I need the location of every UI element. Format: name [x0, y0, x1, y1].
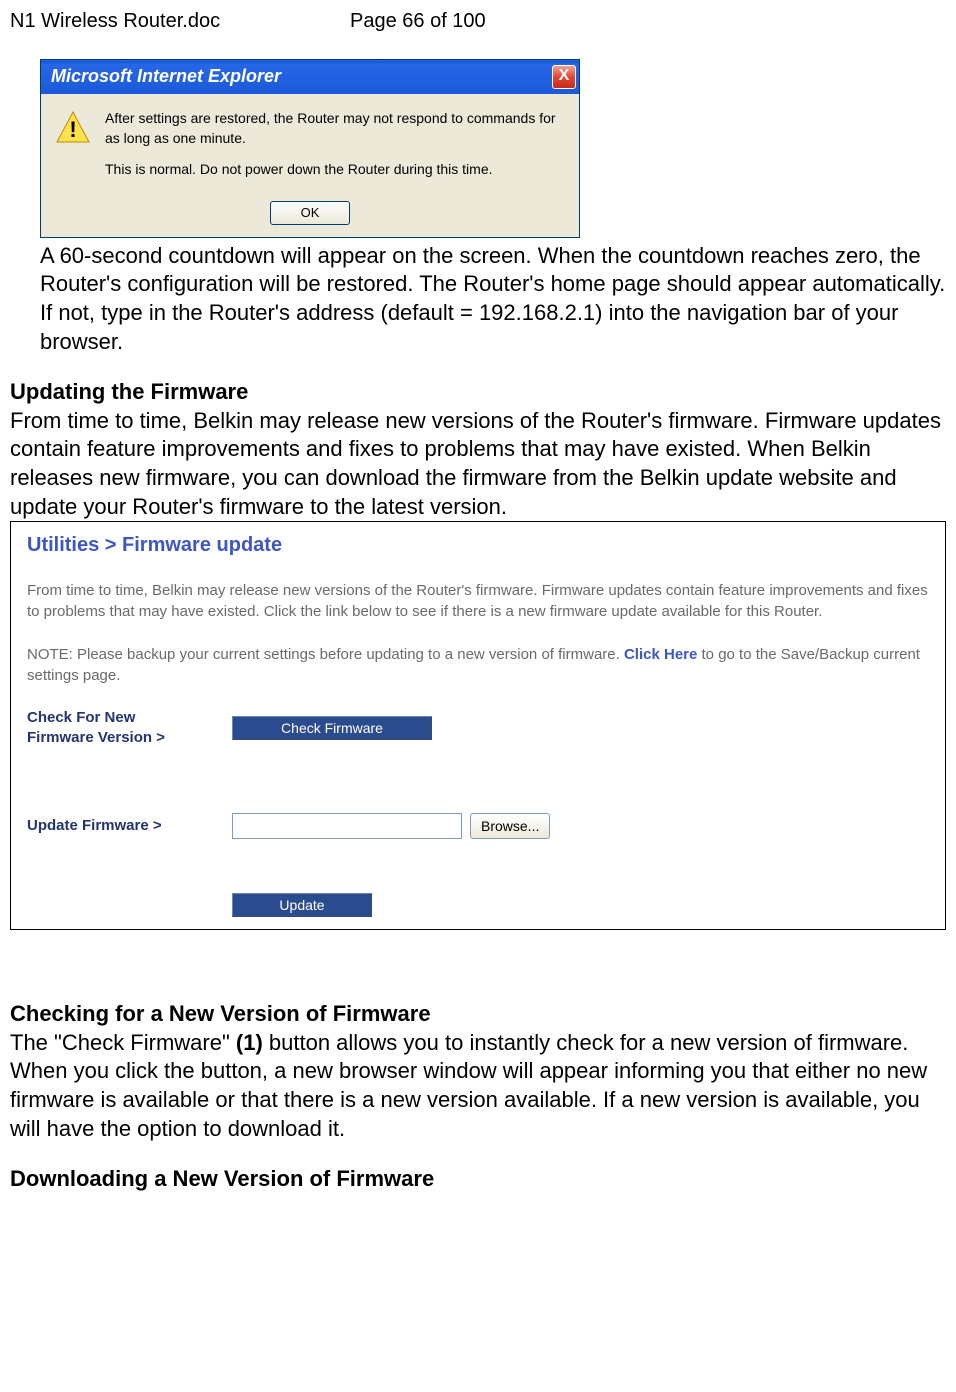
- updating-heading: Updating the Firmware: [10, 378, 946, 407]
- check-label-line2: Firmware Version >: [27, 729, 165, 746]
- checking-heading: Checking for a New Version of Firmware: [10, 1000, 946, 1029]
- update-button[interactable]: Update: [232, 893, 372, 917]
- dialog-message: After settings are restored, the Router …: [105, 108, 565, 189]
- panel-note-prefix: NOTE: Please backup your current setting…: [27, 646, 624, 663]
- check-firmware-button[interactable]: Check Firmware: [232, 716, 432, 740]
- update-firmware-row: Update Firmware > Browse...: [27, 813, 929, 839]
- checking-prefix: The "Check Firmware": [10, 1030, 236, 1055]
- warning-icon: !: [55, 110, 91, 146]
- updating-paragraph: From time to time, Belkin may release ne…: [10, 407, 946, 521]
- dialog-line2: This is normal. Do not power down the Ro…: [105, 159, 565, 179]
- update-button-row: Update: [27, 893, 929, 917]
- dialog-line1: After settings are restored, the Router …: [105, 108, 565, 149]
- countdown-paragraph: A 60-second countdown will appear on the…: [40, 242, 946, 356]
- check-firmware-row: Check For New Firmware Version > Check F…: [27, 708, 929, 747]
- dialog-title: Microsoft Internet Explorer: [51, 65, 281, 88]
- update-firmware-label: Update Firmware >: [27, 816, 232, 836]
- doc-filename: N1 Wireless Router.doc: [10, 8, 350, 34]
- check-firmware-label: Check For New Firmware Version >: [27, 708, 232, 747]
- ie-dialog: Microsoft Internet Explorer X ! After se…: [40, 59, 580, 238]
- check-label-line1: Check For New: [27, 709, 135, 726]
- click-here-link[interactable]: Click Here: [624, 646, 697, 663]
- panel-intro: From time to time, Belkin may release ne…: [27, 580, 929, 622]
- svg-text:!: !: [69, 117, 76, 142]
- firmware-panel: Utilities > Firmware update From time to…: [10, 521, 946, 930]
- dialog-titlebar: Microsoft Internet Explorer X: [41, 60, 579, 94]
- browse-button[interactable]: Browse...: [470, 813, 550, 839]
- close-icon[interactable]: X: [552, 65, 576, 89]
- checking-num: (1): [236, 1030, 263, 1055]
- page-indicator: Page 66 of 100: [350, 8, 486, 34]
- firmware-file-input[interactable]: [232, 813, 462, 839]
- panel-title: Utilities > Firmware update: [27, 532, 929, 558]
- downloading-heading: Downloading a New Version of Firmware: [10, 1165, 946, 1194]
- checking-paragraph: The "Check Firmware" (1) button allows y…: [10, 1029, 946, 1143]
- ok-button[interactable]: OK: [270, 201, 350, 225]
- panel-note: NOTE: Please backup your current setting…: [27, 644, 929, 686]
- page-header: N1 Wireless Router.doc Page 66 of 100: [10, 8, 946, 34]
